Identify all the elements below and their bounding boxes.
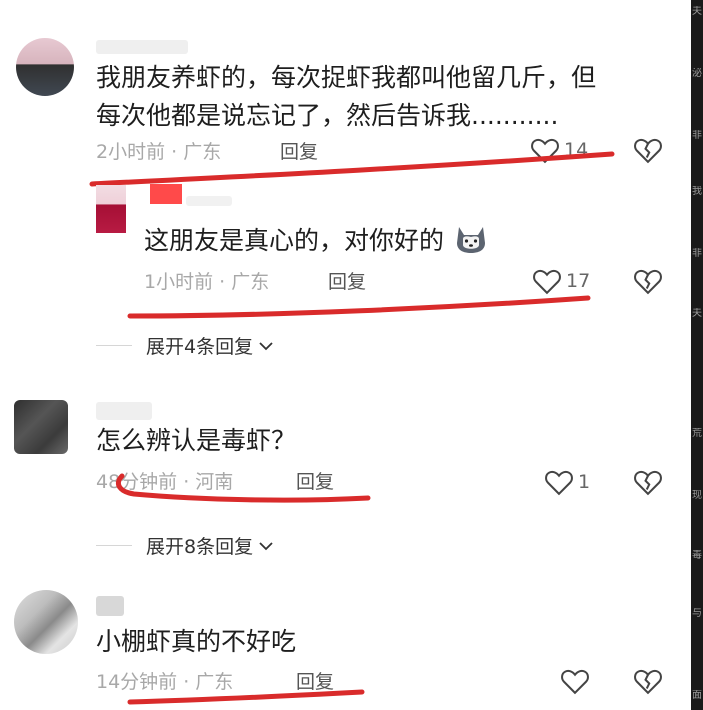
divider bbox=[96, 345, 132, 346]
broken-heart-icon[interactable] bbox=[633, 136, 663, 164]
strip-char: 毒 bbox=[692, 550, 702, 561]
like-count: 1 bbox=[578, 471, 591, 493]
comment-text: 怎么辨认是毒虾？ bbox=[96, 426, 297, 455]
strip-char: 面 bbox=[692, 690, 702, 701]
strip-char: 非 bbox=[692, 248, 702, 259]
username-blurred[interactable] bbox=[150, 184, 182, 204]
avatar[interactable] bbox=[16, 38, 74, 96]
strip-char: 非 bbox=[692, 130, 702, 141]
like-button[interactable]: 1 bbox=[544, 468, 590, 496]
broken-heart-icon[interactable] bbox=[633, 267, 663, 295]
comment-text: 这朋友是真心的，对你好的 bbox=[144, 222, 488, 260]
strip-char: 荒 bbox=[692, 428, 702, 439]
strip-char: 夫 bbox=[692, 6, 702, 17]
heart-outline-icon bbox=[561, 669, 589, 695]
comment-text-content: 这朋友是真心的，对你好的 bbox=[144, 226, 445, 255]
comment-line: 每次他都是说忘记了，然后告诉我........... bbox=[96, 101, 559, 130]
chevron-down-icon bbox=[259, 341, 273, 350]
red-underline-annotation bbox=[127, 689, 365, 705]
broken-heart-icon[interactable] bbox=[633, 468, 663, 496]
avatar[interactable] bbox=[14, 400, 68, 454]
expand-replies-label: 展开4条回复 bbox=[146, 336, 254, 358]
strip-char: 与 bbox=[692, 608, 702, 619]
strip-char: 现 bbox=[692, 490, 702, 501]
expand-replies-button[interactable]: 展开4条回复 bbox=[96, 332, 275, 359]
strip-char: 夫 bbox=[692, 308, 702, 319]
adjacent-panel-strip: 夫 泌 非 我 非 夫 荒 现 毒 与 面 bbox=[691, 0, 703, 710]
like-count: 17 bbox=[566, 270, 591, 292]
broken-heart-icon[interactable] bbox=[633, 667, 663, 695]
username-blurred[interactable] bbox=[96, 402, 152, 420]
chevron-down-icon bbox=[259, 541, 273, 550]
strip-char: 泌 bbox=[692, 68, 702, 79]
expand-replies-button[interactable]: 展开8条回复 bbox=[96, 532, 275, 559]
red-underline-annotation bbox=[127, 295, 591, 319]
username-blurred[interactable] bbox=[96, 596, 124, 616]
red-underline-annotation bbox=[116, 473, 371, 503]
husky-dog-emoji bbox=[456, 227, 485, 253]
divider bbox=[96, 545, 132, 546]
like-button[interactable] bbox=[560, 667, 594, 695]
username-blurred[interactable] bbox=[96, 40, 188, 54]
username-blurred-extra bbox=[186, 196, 232, 206]
avatar[interactable] bbox=[96, 185, 126, 233]
comment-text: 我朋友养虾的，每次捉虾我都叫他留几斤，但 每次他都是说忘记了，然后告诉我....… bbox=[96, 59, 656, 135]
comment-text: 小棚虾真的不好吃 bbox=[96, 627, 297, 656]
avatar[interactable] bbox=[14, 590, 78, 654]
heart-outline-icon bbox=[545, 470, 573, 496]
comment-line: 我朋友养虾的，每次捉虾我都叫他留几斤，但 bbox=[96, 63, 597, 92]
expand-replies-label: 展开8条回复 bbox=[146, 536, 254, 558]
strip-char: 我 bbox=[692, 186, 702, 197]
